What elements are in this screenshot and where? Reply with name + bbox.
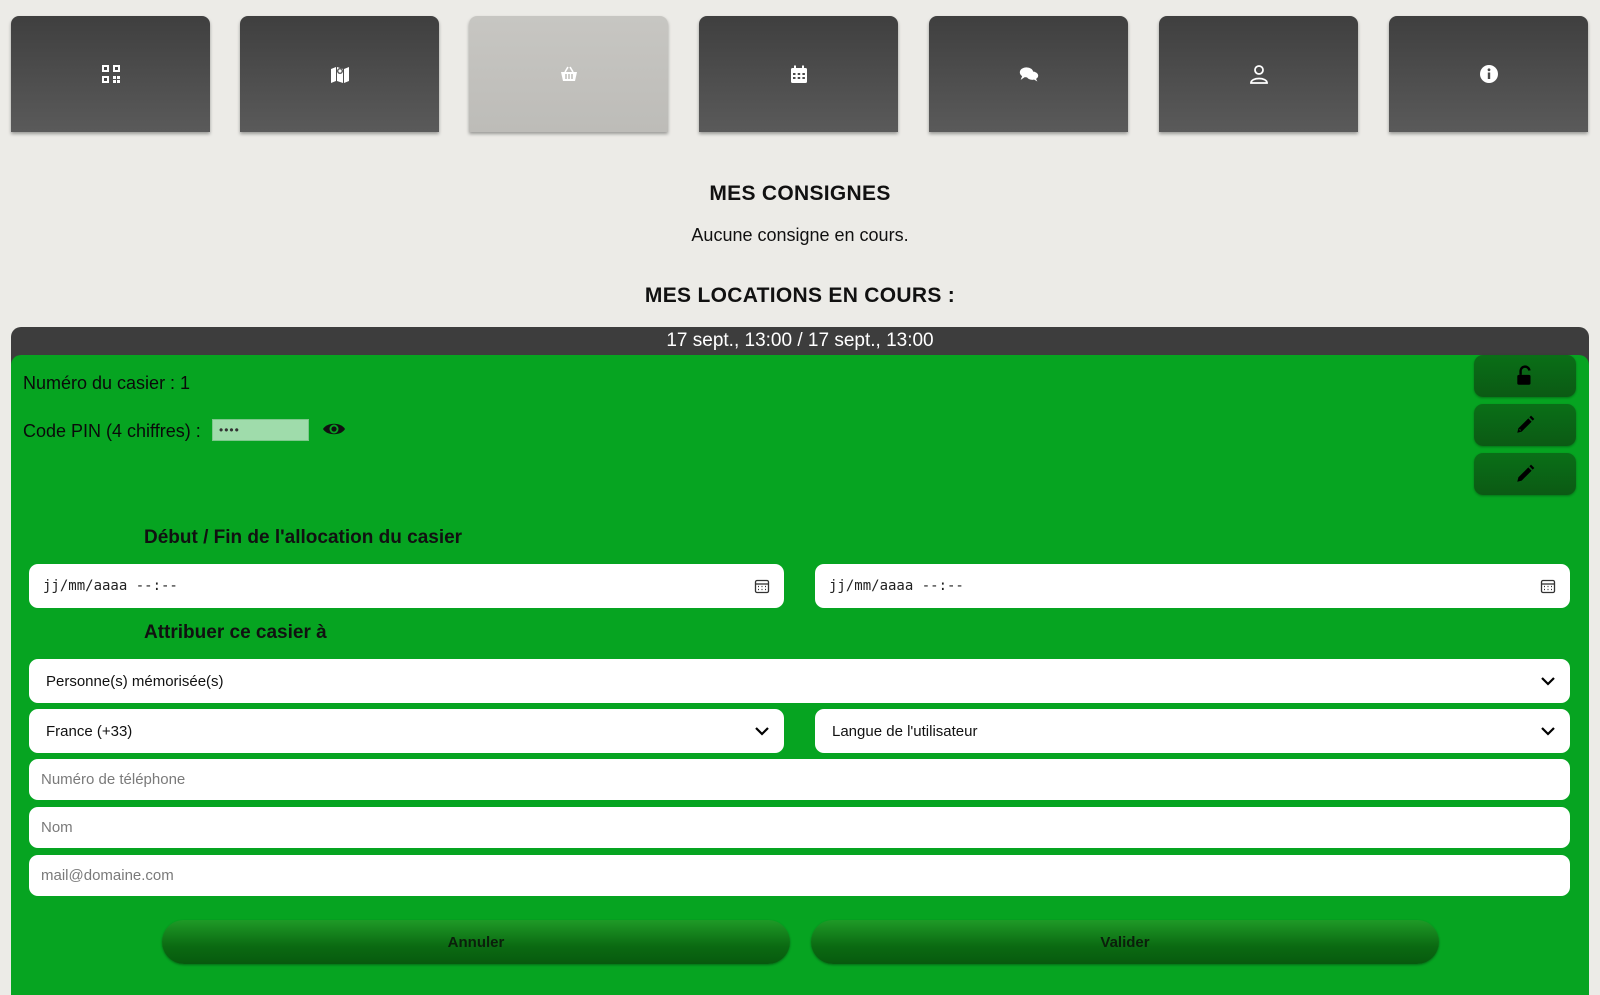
language-select[interactable]: Langue de l'utilisateur xyxy=(815,709,1570,753)
user-icon xyxy=(1249,65,1268,84)
end-datetime-value: jj/mm/aaaa --:-- xyxy=(829,578,964,594)
nav-info-button[interactable] xyxy=(1389,16,1588,132)
phone-input[interactable]: Numéro de téléphone xyxy=(29,759,1570,800)
persons-select[interactable]: Personne(s) mémorisée(s) xyxy=(29,659,1570,703)
basket-icon xyxy=(560,66,577,81)
rental-card: Numéro du casier : 1 Code PIN (4 chiffre… xyxy=(11,355,1589,995)
edit-button-2[interactable] xyxy=(1474,453,1576,495)
language-select-value: Langue de l'utilisateur xyxy=(832,722,978,740)
name-input[interactable]: Nom xyxy=(29,807,1570,848)
start-datetime-value: jj/mm/aaaa --:-- xyxy=(43,578,178,594)
chevron-down-icon xyxy=(1541,677,1555,686)
pencil-icon xyxy=(1517,415,1535,433)
country-select[interactable]: France (+33) xyxy=(29,709,784,753)
calendar-icon xyxy=(790,65,807,83)
assign-title: Attribuer ce casier à xyxy=(144,622,327,643)
locker-number-label: Numéro du casier : 1 xyxy=(23,373,191,393)
qrcode-icon xyxy=(101,65,120,83)
pin-field[interactable]: •••• xyxy=(212,419,309,441)
nav-user-button[interactable] xyxy=(1159,16,1358,132)
name-placeholder: Nom xyxy=(41,819,73,836)
email-placeholder: mail@domaine.com xyxy=(41,867,174,884)
allocation-title: Début / Fin de l'allocation du casier xyxy=(144,527,463,548)
chat-icon xyxy=(1019,67,1038,82)
calendar-icon[interactable] xyxy=(754,578,770,594)
map-icon xyxy=(330,67,349,83)
top-nav xyxy=(0,16,1600,134)
edit-button-1[interactable] xyxy=(1474,404,1576,446)
persons-select-value: Personne(s) mémorisée(s) xyxy=(46,672,224,690)
start-datetime-input[interactable]: jj/mm/aaaa --:-- xyxy=(29,564,784,608)
calendar-icon[interactable] xyxy=(1540,578,1556,594)
phone-placeholder: Numéro de téléphone xyxy=(41,771,186,788)
consignes-empty-text: Aucune consigne en cours. xyxy=(691,225,909,245)
email-input[interactable]: mail@domaine.com xyxy=(29,855,1570,896)
nav-calendar-button[interactable] xyxy=(699,16,898,132)
country-select-value: France (+33) xyxy=(46,722,133,740)
nav-qrcode-button[interactable] xyxy=(11,16,210,132)
info-icon xyxy=(1479,65,1498,83)
nav-map-button[interactable] xyxy=(240,16,439,132)
chevron-down-icon xyxy=(755,727,769,736)
cancel-button[interactable]: Annuler xyxy=(162,920,790,964)
locations-title: MES LOCATIONS EN COURS : xyxy=(644,284,956,307)
unlock-icon xyxy=(1517,365,1531,385)
eye-icon[interactable] xyxy=(322,419,346,439)
validate-button[interactable]: Valider xyxy=(811,920,1439,964)
nav-chat-button[interactable] xyxy=(929,16,1128,132)
pencil-icon xyxy=(1517,464,1535,482)
end-datetime-input[interactable]: jj/mm/aaaa --:-- xyxy=(815,564,1570,608)
pin-label: Code PIN (4 chiffres) : xyxy=(23,421,201,441)
rental-dates: 17 sept., 13:00 / 17 sept., 13:00 xyxy=(666,330,934,351)
chevron-down-icon xyxy=(1541,727,1555,736)
consignes-title: MES CONSIGNES xyxy=(709,182,891,205)
unlock-button[interactable] xyxy=(1474,355,1576,397)
nav-basket-button[interactable] xyxy=(469,16,668,132)
